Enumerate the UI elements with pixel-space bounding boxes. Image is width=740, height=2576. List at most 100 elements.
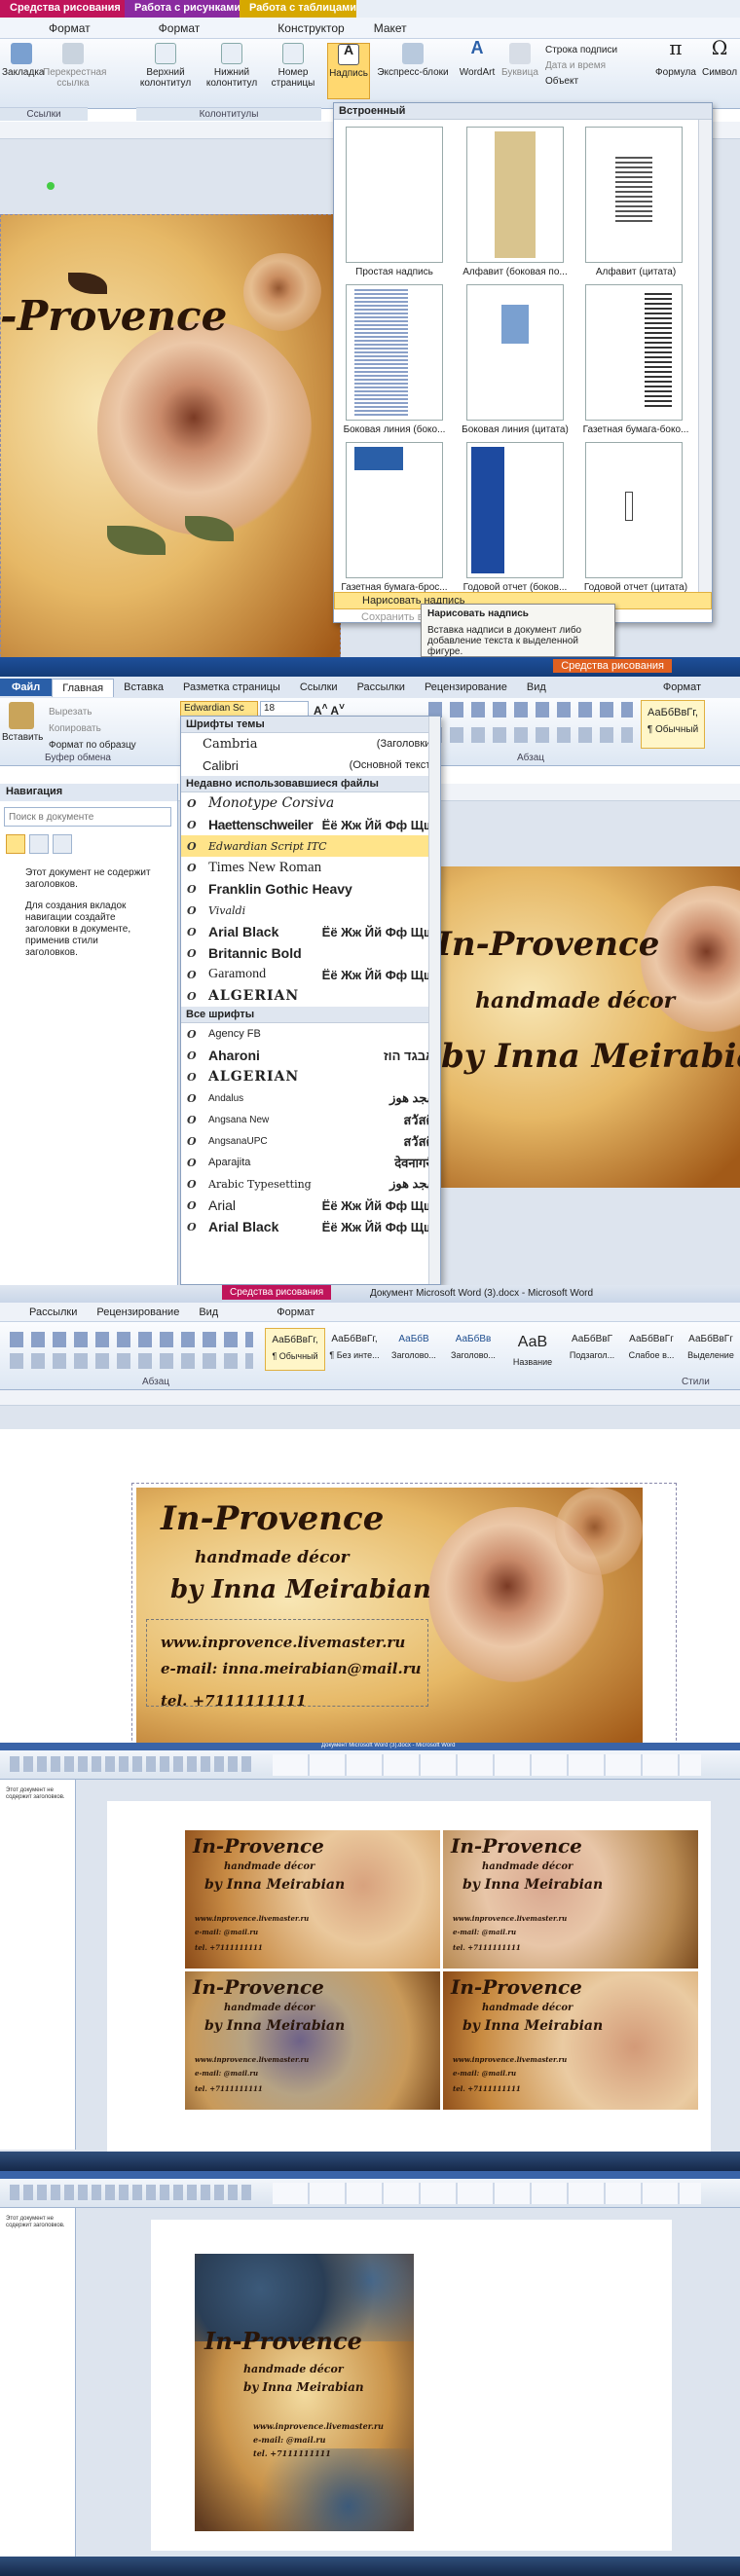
tab-format[interactable]: Формат [653, 679, 711, 696]
tab-view[interactable]: Вид [517, 679, 556, 696]
font-item[interactable]: O ALGERIAN [181, 985, 440, 1007]
tab-format[interactable]: Формат [49, 21, 91, 35]
ctx-tab-drawing[interactable]: Средства рисования [0, 0, 125, 18]
cross-reference-button[interactable]: Перекрестная ссылка [43, 43, 106, 89]
date-time-option[interactable]: Дата и время [545, 58, 617, 74]
symbol-button[interactable]: Ω Символ [699, 38, 740, 78]
font-item[interactable]: Cambria (Заголовки) [181, 733, 440, 754]
paragraph-toolbar[interactable] [428, 702, 633, 718]
copy-button[interactable]: Копировать [49, 720, 136, 737]
gallery-item-annual-side[interactable] [466, 442, 564, 578]
tab-home[interactable]: Главная [52, 678, 115, 697]
style-item[interactable]: АаБбВв Заголово... [443, 1328, 503, 1371]
cut-button[interactable]: Вырезать [49, 704, 136, 720]
style-item[interactable]: АаБбВвГг Выделение [681, 1328, 740, 1371]
style-item[interactable]: АаБбВ Заголово... [384, 1328, 444, 1371]
footer-button[interactable]: Нижний колонтитул [203, 43, 261, 89]
font-item[interactable]: O ALGERIAN [181, 1066, 440, 1087]
gallery-item-alphabet-side[interactable] [466, 127, 564, 263]
gallery-item-annual-quote[interactable] [585, 442, 683, 578]
nav-search-input[interactable] [4, 807, 171, 827]
business-card[interactable]: In-Provence handmade décor by Inna Meirabi… [185, 1830, 440, 1969]
ctx-tab-drawing[interactable]: Средства рисования [222, 1285, 332, 1300]
gallery-item-simple[interactable] [346, 127, 443, 263]
font-name-box[interactable]: Edwardian Sc [180, 701, 258, 717]
business-card-image[interactable]: In-Provence handmade décor by Inna Meira… [195, 2254, 414, 2531]
pages-view-icon[interactable] [29, 834, 49, 854]
equation-button[interactable]: π Формула [654, 38, 697, 78]
font-item[interactable]: O Angsana New สวัสดี [181, 1109, 440, 1130]
style-normal[interactable]: АаБбВвГг, ¶ Обычный [641, 700, 705, 749]
gallery-item-newsprint-pull[interactable] [346, 442, 443, 578]
paragraph-toolbar[interactable] [10, 1332, 253, 1347]
headings-view-icon[interactable] [6, 834, 25, 854]
tab-insert[interactable]: Вставка [114, 679, 173, 696]
font-item[interactable]: O Agency FB [181, 1023, 440, 1045]
ctx-tab-pictures[interactable]: Работа с рисунками [125, 0, 240, 18]
tab-review[interactable]: Рецензирование [96, 1306, 179, 1318]
font-item[interactable]: O Arial Black Ёё Жж Йй Фф Щщ [181, 921, 440, 942]
gallery-item-sideline-side[interactable] [346, 284, 443, 421]
toolbar[interactable] [10, 2185, 253, 2200]
font-item[interactable]: O AngsanaUPC สวัสดี [181, 1130, 440, 1152]
tab-view[interactable]: Вид [199, 1306, 218, 1318]
font-item[interactable]: O Andalus أبجد هوز [181, 1087, 440, 1109]
font-item[interactable]: O Arial Black Ёё Жж Йй Фф Щщ [181, 1216, 440, 1237]
header-button[interactable]: Верхний колонтитул [136, 43, 195, 89]
tab-format-2[interactable]: Формат [159, 21, 201, 35]
style-item[interactable]: АаБбВвГ Подзагол... [562, 1328, 622, 1371]
font-item[interactable]: O Monotype Corsiva [181, 792, 440, 814]
business-card[interactable]: In-Provence handmade décor by Inna Meirabi… [443, 1971, 698, 2110]
font-list-scrollbar[interactable] [428, 717, 440, 1284]
results-view-icon[interactable] [53, 834, 72, 854]
font-item[interactable]: O Aparajita देवनागरी [181, 1152, 440, 1173]
gallery-item-alphabet-quote[interactable] [585, 127, 683, 263]
style-item[interactable]: АаБбВвГг Слабое в... [621, 1328, 682, 1371]
object-option[interactable]: Объект [545, 74, 617, 90]
alignment-toolbar[interactable] [428, 727, 633, 743]
gallery-scrollbar[interactable] [698, 120, 712, 607]
font-item[interactable]: O Arabic Typesetting أبجد هوز [181, 1173, 440, 1195]
page-number-button[interactable]: Номер страницы [269, 43, 317, 89]
business-card[interactable]: In-Provence handmade décor by Inna Meirabi… [185, 1971, 440, 2110]
tab-references[interactable]: Ссылки [290, 679, 348, 696]
font-item[interactable]: O Aharoni אבגד הוז [181, 1045, 440, 1066]
font-item[interactable]: O Vivaldi [181, 900, 440, 921]
font-item[interactable]: O Arial Ёё Жж Йй Фф Щщ [181, 1195, 440, 1216]
font-size-box[interactable]: 18 [260, 701, 309, 717]
tab-format[interactable]: Формат [277, 1306, 314, 1318]
tab-review[interactable]: Рецензирование [415, 679, 517, 696]
gallery-item-newsprint-side[interactable] [585, 284, 683, 421]
font-item[interactable]: O Britannic Bold [181, 942, 440, 964]
paste-button[interactable]: Вставить [2, 702, 43, 743]
business-card[interactable]: In-Provence handmade décor by Inna Meirabi… [443, 1830, 698, 1969]
textbox-frame[interactable] [146, 1619, 428, 1707]
font-item[interactable]: O Franklin Gothic Heavy [181, 878, 440, 900]
quick-parts-button[interactable]: Экспресс-блоки [374, 43, 452, 78]
dropcap-button[interactable]: Буквица [499, 43, 541, 78]
tab-page-layout[interactable]: Разметка страницы [173, 679, 290, 696]
toolbar[interactable] [10, 1756, 253, 1772]
business-card-image[interactable]: In-Provence handmade décor by Inna Meira… [436, 866, 740, 1188]
bookmark-button[interactable]: Закладка [2, 43, 44, 78]
style-item[interactable]: АаБбВвГг, ¶ Без инте... [324, 1328, 385, 1371]
tab-mailings[interactable]: Рассылки [348, 679, 415, 696]
font-item[interactable]: O Edwardian Script ITC [181, 835, 440, 857]
signature-line-option[interactable]: Строка подписи [545, 43, 617, 58]
wordart-button[interactable]: A WordArt [456, 39, 499, 78]
styles-gallery[interactable] [273, 2183, 701, 2204]
ctx-tab-drawing[interactable]: Средства рисования [553, 659, 672, 673]
tab-layout[interactable]: Макет [374, 21, 407, 35]
tab-mailings[interactable]: Рассылки [29, 1306, 77, 1318]
selection-frame[interactable] [0, 214, 341, 657]
alignment-toolbar[interactable] [10, 1353, 253, 1369]
rotate-handle[interactable] [47, 182, 55, 190]
font-item[interactable]: O Haettenschweiler Ёё Жж Йй Фф Щщ [181, 814, 440, 835]
style-item[interactable]: АаБбВвГг, ¶ Обычный [265, 1328, 325, 1371]
font-item[interactable]: Calibri (Основной текст) [181, 754, 440, 776]
font-item[interactable]: O Times New Roman [181, 857, 440, 878]
font-item[interactable]: O Garamond Ёё Жж Йй Фф Щщ [181, 964, 440, 985]
styles-gallery[interactable] [273, 1754, 701, 1776]
ctx-tab-tables[interactable]: Работа с таблицами [240, 0, 356, 18]
textbox-button[interactable]: A Надпись [327, 43, 370, 99]
